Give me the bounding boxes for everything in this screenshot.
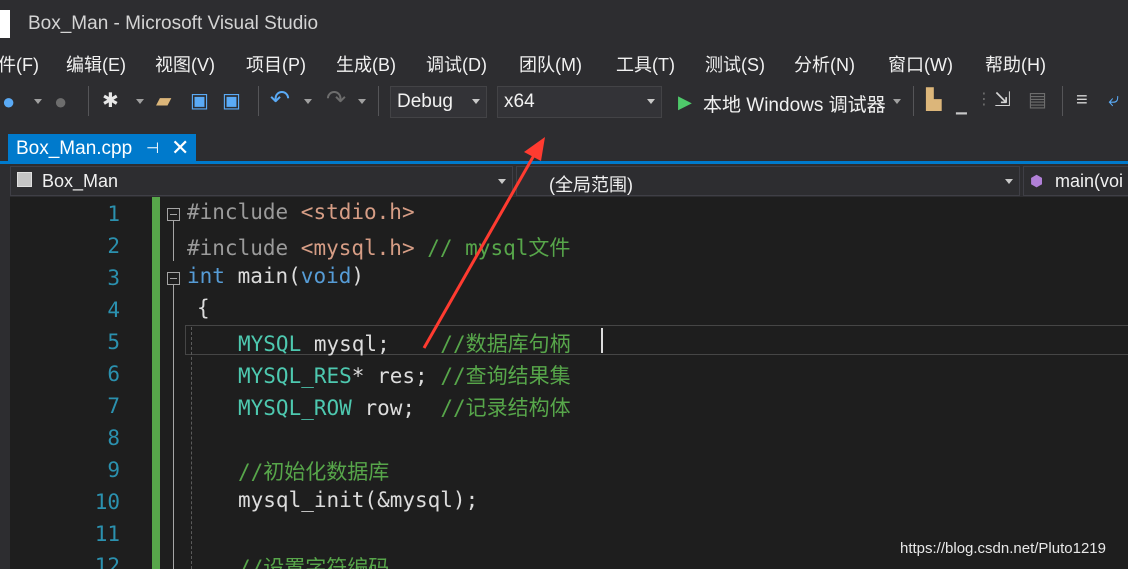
annotation-arrow-head — [524, 137, 545, 161]
watermark: https://blog.csdn.net/Pluto1219 — [900, 540, 1106, 557]
annotation-arrow-shaft — [422, 149, 539, 349]
annotation-arrow-icon — [422, 137, 545, 349]
